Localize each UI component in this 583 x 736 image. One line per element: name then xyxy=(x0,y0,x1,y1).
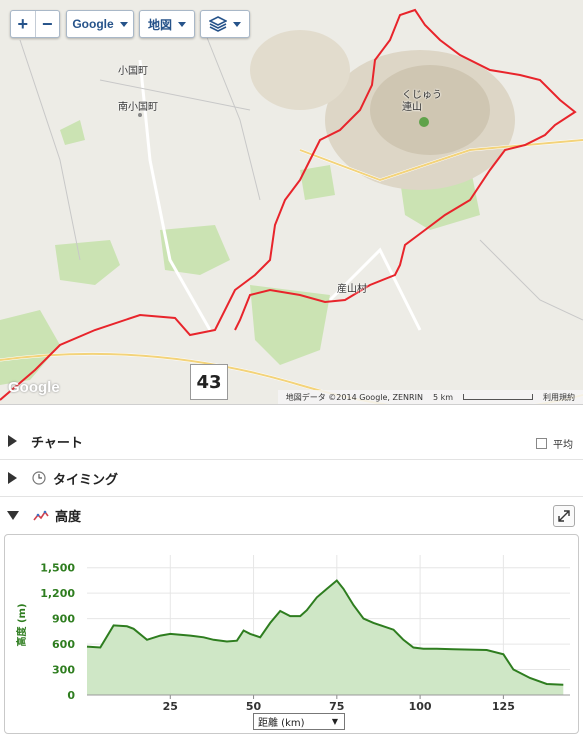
chevron-down-icon xyxy=(233,21,241,27)
x-axis-select[interactable]: 距離 (km) ▼ xyxy=(253,713,345,730)
y-tick-label: 0 xyxy=(67,689,75,702)
average-toggle[interactable]: 平均 xyxy=(536,436,573,451)
elevation-chart: 0 300 600 900 1,200 1,500 25 50 75 100 125 高度 (m) 距… xyxy=(4,534,579,734)
elevation-area xyxy=(87,580,564,695)
expand-right-icon xyxy=(8,472,17,484)
section-chart-label: チャート xyxy=(31,435,83,451)
collapse-down-icon xyxy=(7,511,19,520)
x-axis-select-label: 距離 (km) xyxy=(258,718,305,729)
map-attribution: 地図データ ©2014 Google, ZENRIN xyxy=(285,392,423,402)
section-timing-label: タイミング xyxy=(53,472,119,488)
x-tick-label: 25 xyxy=(163,700,178,713)
layers-button[interactable] xyxy=(200,10,250,38)
section-chart[interactable]: チャート 平均 xyxy=(0,423,583,460)
google-logo: Google xyxy=(8,379,60,396)
section-elevation-label: 高度 xyxy=(55,510,82,525)
map-type-select[interactable]: 地図 xyxy=(139,10,195,38)
y-axis-label: 高度 (m) xyxy=(15,603,28,646)
x-tick-label: 50 xyxy=(246,700,262,713)
place-label: 南小国町 xyxy=(118,102,158,113)
average-label: 平均 xyxy=(553,440,573,451)
x-tick-label: 75 xyxy=(329,700,344,713)
y-tick-label: 300 xyxy=(52,664,75,677)
triangle-down-icon: ▼ xyxy=(331,717,338,726)
y-tick-label: 600 xyxy=(52,638,75,651)
map-provider-label: Google xyxy=(72,17,114,31)
expand-chart-button[interactable] xyxy=(553,505,575,527)
map-attribution-bar: 地図データ ©2014 Google, ZENRIN 5 km 利用規約 xyxy=(277,390,583,404)
chevron-down-icon xyxy=(178,21,186,27)
terms-link[interactable]: 利用規約 xyxy=(543,392,575,403)
scale-bar xyxy=(463,394,533,400)
scale-label: 5 km xyxy=(432,392,453,402)
x-tick-label: 125 xyxy=(492,700,515,713)
y-tick-label: 900 xyxy=(52,613,75,626)
panel-sections: チャート 平均 タイミング 高度 xyxy=(0,423,583,534)
chevron-down-icon xyxy=(119,21,128,27)
map-provider-select[interactable]: Google xyxy=(66,10,134,38)
zoom-out-button[interactable]: − xyxy=(34,11,60,37)
expand-right-icon xyxy=(8,435,17,447)
clock-icon xyxy=(31,470,47,486)
map-type-label: 地図 xyxy=(147,17,172,32)
section-timing[interactable]: タイミング xyxy=(0,460,583,497)
expand-icon xyxy=(558,510,570,522)
route-map[interactable]: + − Google 地図 小国町 南小国町 くじゅう連山 産山村 Google… xyxy=(0,0,583,405)
x-tick-label: 100 xyxy=(409,700,432,713)
elevation-chart-svg: 0 300 600 900 1,200 1,500 25 50 75 100 125 高度 (m) xyxy=(15,555,570,713)
map-background xyxy=(0,0,583,404)
y-tick-label: 1,200 xyxy=(40,587,75,600)
place-label: 小国町 xyxy=(118,66,148,77)
map-thumbnail[interactable]: 43 xyxy=(190,364,228,400)
average-checkbox[interactable] xyxy=(536,438,547,449)
zoom-in-button[interactable]: + xyxy=(11,11,35,37)
elevation-graph-icon xyxy=(33,508,49,524)
place-label: 産山村 xyxy=(337,284,367,295)
y-tick-label: 1,500 xyxy=(40,562,75,575)
place-label: くじゅう連山 xyxy=(402,90,442,113)
section-elevation[interactable]: 高度 xyxy=(0,497,583,534)
zoom-control[interactable]: + − xyxy=(10,10,60,38)
layers-icon xyxy=(209,16,227,32)
